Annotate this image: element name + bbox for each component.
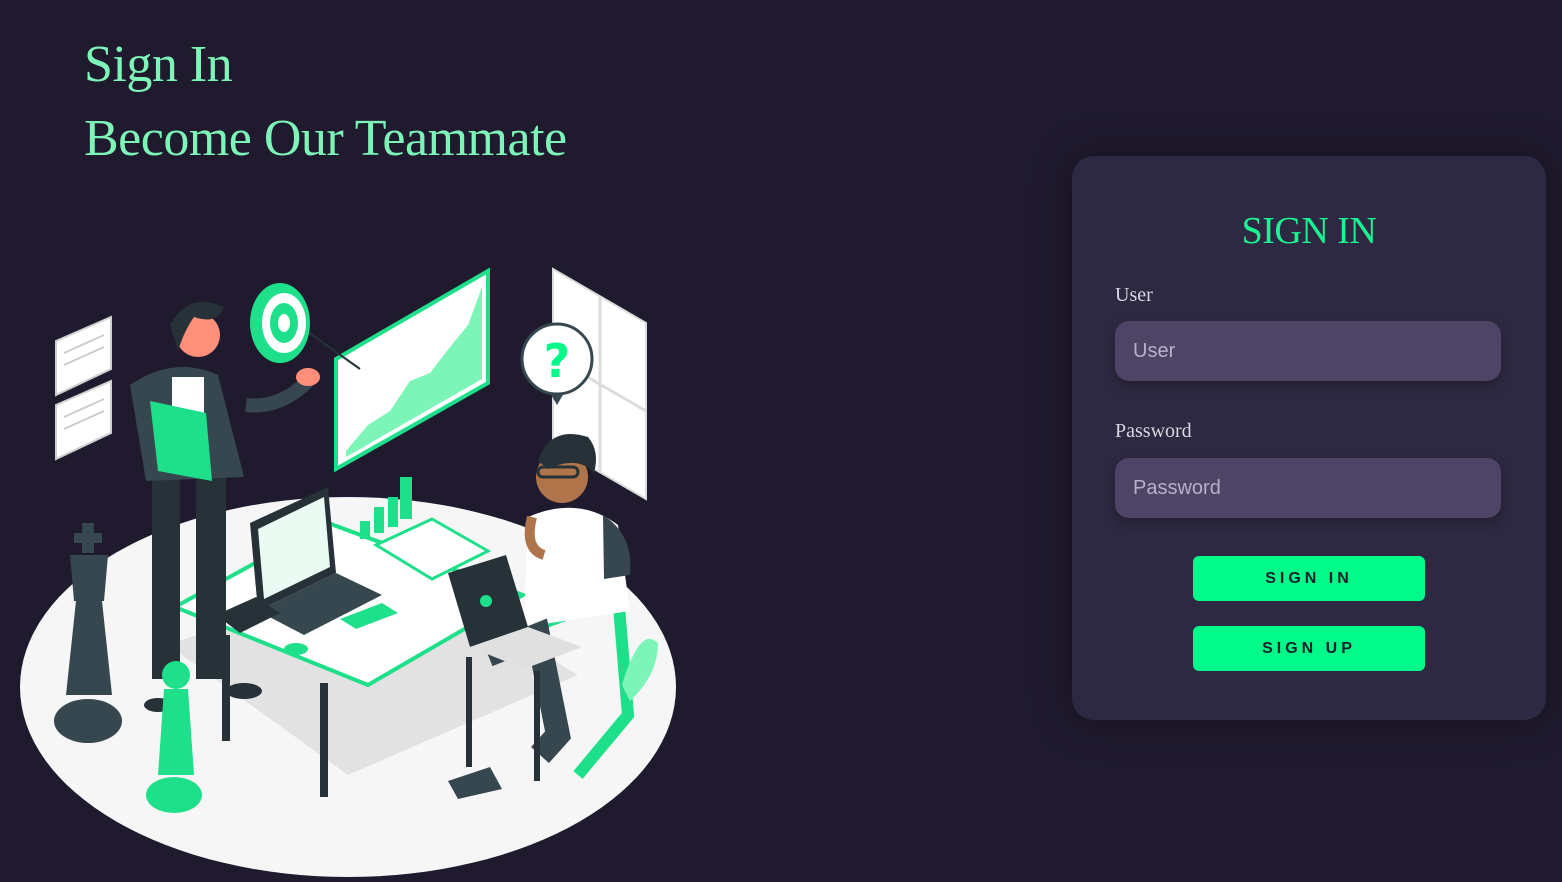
sign-up-button[interactable]: SIGN UP bbox=[1193, 626, 1425, 671]
hero-heading: Sign In Become Our Teammate bbox=[84, 28, 567, 176]
form-title: SIGN IN bbox=[1241, 210, 1377, 252]
password-label: Password bbox=[1115, 420, 1192, 442]
certificate-icon bbox=[55, 315, 112, 461]
sign-in-card: SIGN IN User Password SIGN IN SIGN UP bbox=[1072, 156, 1546, 720]
growth-chart-board bbox=[300, 267, 490, 473]
user-label: User bbox=[1115, 284, 1153, 306]
target-icon bbox=[250, 283, 310, 363]
user-input[interactable] bbox=[1115, 321, 1501, 381]
sign-in-button[interactable]: SIGN IN bbox=[1193, 556, 1425, 601]
password-input[interactable] bbox=[1115, 458, 1501, 518]
svg-text:?: ? bbox=[544, 334, 571, 388]
coin-icon bbox=[284, 643, 308, 655]
sign-in-page: Sign In Become Our Teammate ? SIGN IN Us… bbox=[0, 0, 1562, 882]
hero-subtitle: Become Our Teammate bbox=[84, 110, 567, 167]
team-meeting-illustration: ? bbox=[20, 267, 676, 877]
hero-title: Sign In bbox=[84, 36, 233, 93]
